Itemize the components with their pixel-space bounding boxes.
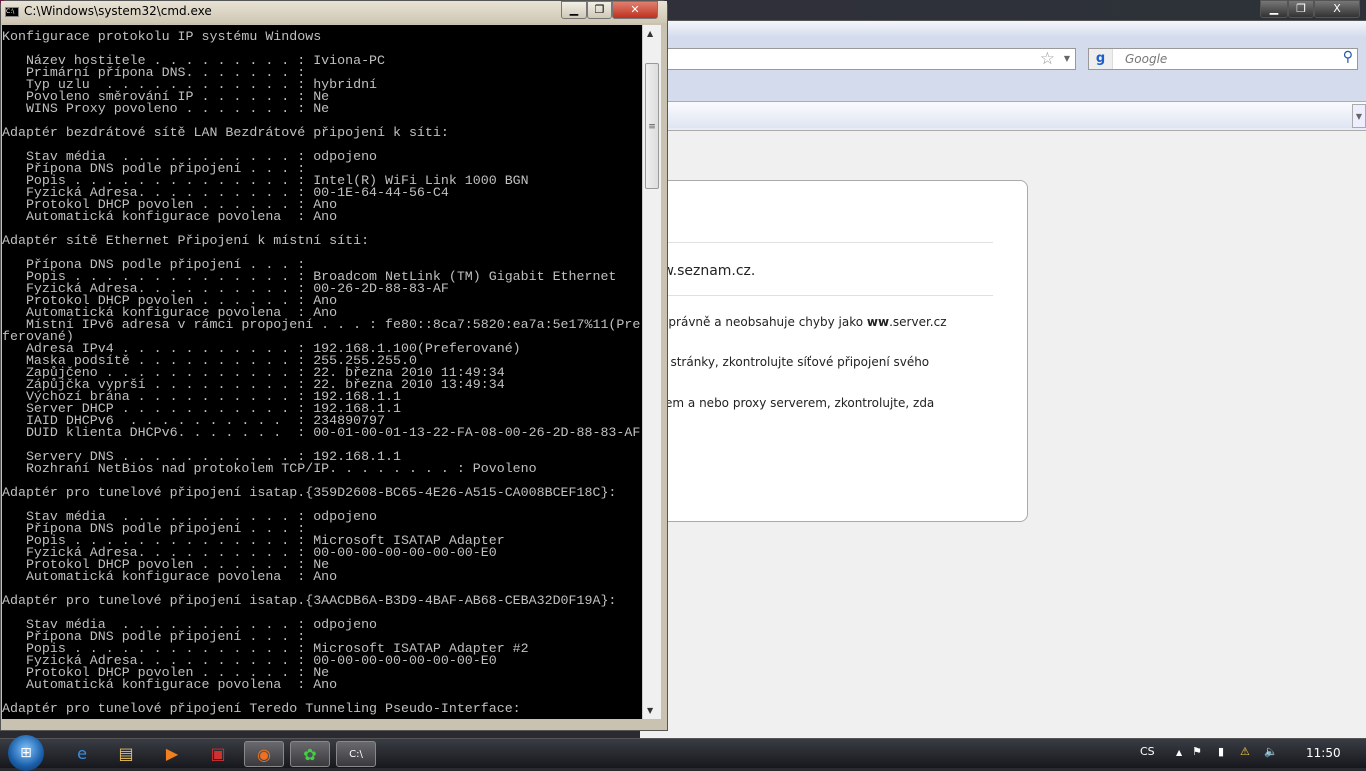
search-box[interactable]: g Google ⚲ [1088,48,1358,70]
volume-icon[interactable]: 🔈 [1264,745,1278,758]
console-line: Adaptér pro tunelové připojení isatap.{3… [2,593,617,608]
network-warning-icon[interactable]: ⚠ [1240,745,1250,758]
firefox-toolbars: ☆ ▼ g Google ⚲ ▼ [640,20,1366,130]
scroll-thumb[interactable]: ≡ [645,63,659,189]
cmd-title: C:\Windows\system32\cmd.exe [24,4,212,18]
scroll-up-icon[interactable]: ▲ [647,29,653,38]
console-line: Místní IPv6 adresa v rámci propojení . .… [2,317,641,332]
page-content: ww.seznam.cz. a správně a neobsahuje chy… [630,130,1366,738]
action-center-flag-icon[interactable]: ⚑ [1192,745,1202,758]
text: a správně a neobsahuje chyby jako [651,315,867,329]
console-line: Adaptér pro tunelové připojení isatap.{3… [2,485,617,500]
error-hint-2: tní stránky, zkontrolujte síťové připoje… [651,355,930,369]
firefox-titlebar: ▁ ❐ X [640,0,1366,20]
scroll-down-icon[interactable]: ▼ [647,706,653,715]
error-box: ww.seznam.cz. a správně a neobsahuje chy… [630,180,1028,522]
taskbar: ⊞ e ▤ ▶ ▣ ◉ ✿ C:\ CS ▲ ⚑ ▮ ⚠ 🔈 11:50 [0,735,1366,771]
console-scrollbar[interactable]: ▲ ≡ ▼ [642,25,661,719]
console-output[interactable]: Konfigurace protokolu IP systému Windows… [2,25,642,719]
bold-text: ww [866,315,890,329]
firefox-window: ▁ ❐ X ☆ ▼ g Google ⚲ ▼ ww.seznam.cz. a s… [630,0,1366,738]
error-hint-1: a správně a neobsahuje chyby jako ww.ser… [651,315,947,329]
console-line: Automatická konfigurace povolena : Ano [2,569,338,584]
text: .server.cz [889,315,947,329]
divider [631,242,993,243]
language-indicator[interactable]: CS [1140,745,1155,758]
console-line: Adaptér sítě Ethernet Připojení k místní… [2,233,370,248]
cmd-taskbar-icon[interactable]: C:\ [336,741,376,767]
console-line: Rozhraní NetBios nad protokolem TCP/IP. … [2,461,537,476]
url-bar[interactable]: ☆ ▼ [640,48,1076,70]
cmd-maximize-button[interactable]: ❐ [587,1,612,19]
media-player-icon[interactable]: ▶ [152,741,192,767]
power-icon[interactable]: ▮ [1218,745,1224,758]
cmd-icon: C:\ [5,7,19,17]
bookmark-star-icon[interactable]: ☆ [1040,49,1055,69]
cmd-close-button[interactable]: ✕ [612,1,658,19]
divider [631,295,993,296]
tab-list-button[interactable]: ▼ [1352,104,1366,128]
console-line: Konfigurace protokolu IP systému Windows [2,29,322,44]
search-input[interactable]: Google [1125,52,1167,66]
tab-bar: ▼ [640,101,1366,128]
url-dropdown-icon[interactable]: ▼ [1064,54,1070,63]
console-line: DUID klienta DHCPv6. . . . . . . : 00-01… [2,425,641,440]
console-line: Adaptér bezdrátové sítě LAN Bezdrátové p… [2,125,449,140]
console-line: Automatická konfigurace povolena : Ano [2,677,338,692]
internet-explorer-icon[interactable]: e [62,741,102,767]
firefox-close-button[interactable]: X [1314,0,1360,18]
firefox-maximize-button[interactable]: ❐ [1288,0,1314,18]
search-icon[interactable]: ⚲ [1343,49,1353,65]
cmd-titlebar[interactable]: C:\ C:\Windows\system32\cmd.exe ▁ ❐ ✕ [1,1,667,23]
explorer-icon[interactable]: ▤ [106,741,146,767]
show-hidden-icons[interactable]: ▲ [1176,748,1182,757]
icq-icon[interactable]: ✿ [290,741,330,767]
console-line: WINS Proxy povoleno . . . . . . . : Ne [2,101,330,116]
console-line: Automatická konfigurace povolena : Ano [2,209,338,224]
firefox-minimize-button[interactable]: ▁ [1260,0,1288,18]
error-hint-3: allem a nebo proxy serverem, zkontrolujt… [651,396,935,410]
console-line: Adaptér pro tunelové připojení Teredo Tu… [2,701,521,716]
cmd-minimize-button[interactable]: ▁ [561,1,587,19]
start-button[interactable]: ⊞ [8,735,44,771]
cmd-window: C:\ C:\Windows\system32\cmd.exe ▁ ❐ ✕ Ko… [0,0,668,731]
google-engine-icon[interactable]: g [1089,49,1113,69]
firefox-icon[interactable]: ◉ [244,741,284,767]
app-icon[interactable]: ▣ [198,741,238,767]
clock[interactable]: 11:50 [1306,746,1341,760]
